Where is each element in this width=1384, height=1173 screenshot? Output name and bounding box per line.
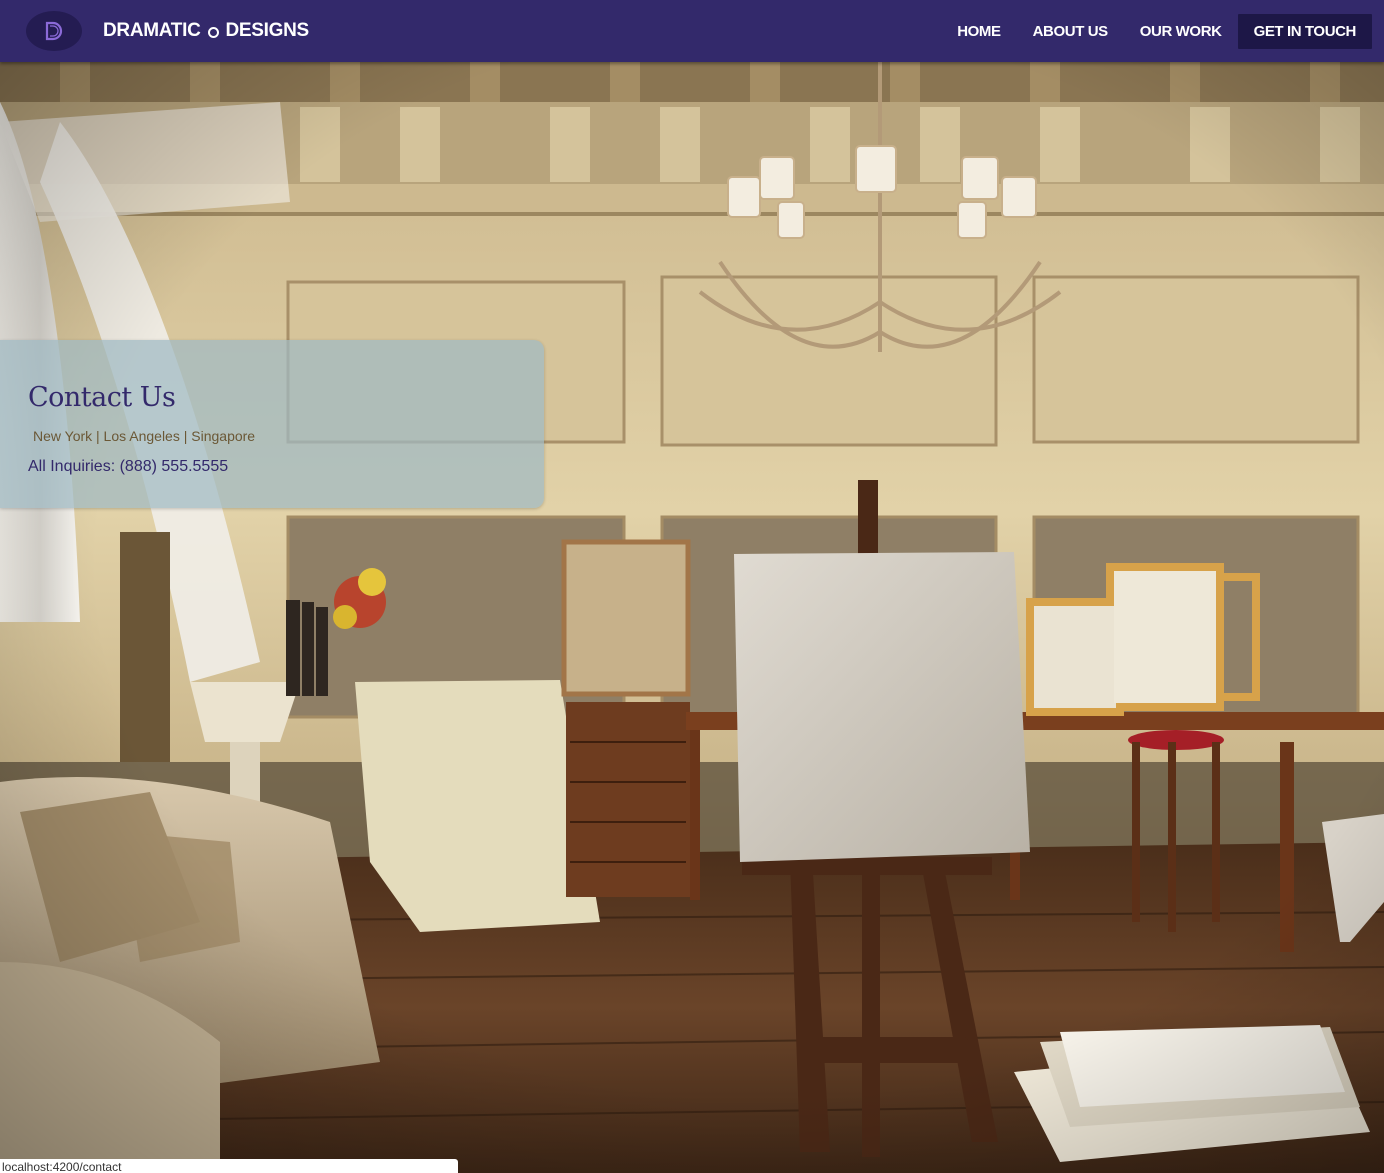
contact-cities: New York | Los Angeles | Singapore [33,428,256,444]
hero-background-image [0,62,1384,1173]
brand-home-link[interactable]: DRAMATIC DESIGNS [26,11,309,51]
d-monogram-logo-icon [26,11,82,51]
contact-card: Contact Us New York | Los Angeles | Sing… [0,340,544,508]
brand-separator-icon [207,26,219,38]
browser-status-url: localhost:4200/contact [0,1159,458,1173]
top-navbar: DRAMATIC DESIGNS HOME ABOUT US OUR WORK … [0,0,1384,62]
nav-about-us-link[interactable]: ABOUT US [1033,23,1109,40]
nav-our-work-link[interactable]: OUR WORK [1140,23,1222,40]
main-nav: HOME ABOUT US OUR WORK GET IN TOUCH [925,13,1372,49]
contact-title: Contact Us [28,382,176,413]
nav-home-link[interactable]: HOME [957,23,1001,40]
nav-get-in-touch-button[interactable]: GET IN TOUCH [1237,13,1372,49]
brand-name: DRAMATIC DESIGNS [103,20,309,42]
brand-name-part1: DRAMATIC [103,20,201,41]
contact-phone: All Inquiries: (888) 555.5555 [28,458,229,475]
brand-name-part2: DESIGNS [225,20,310,41]
